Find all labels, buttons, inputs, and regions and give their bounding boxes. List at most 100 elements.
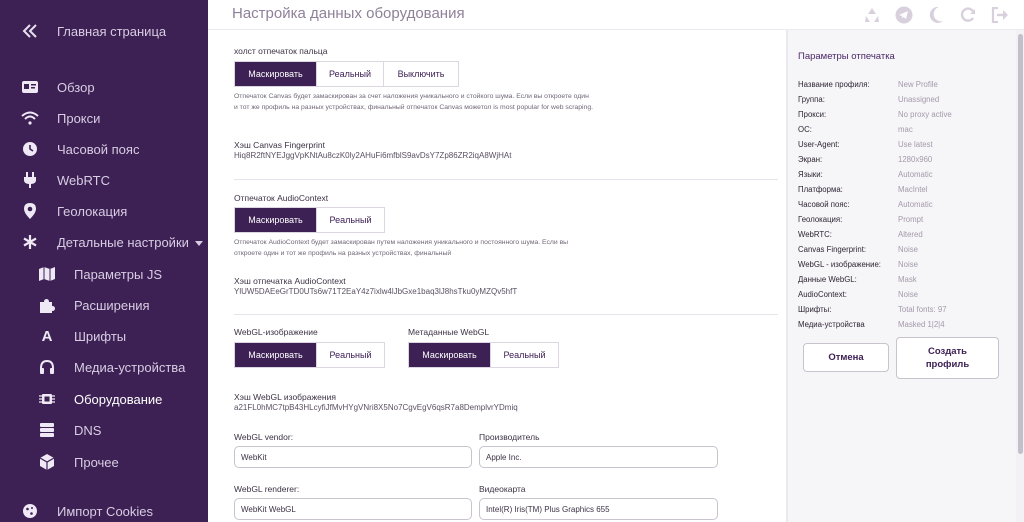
summary-key: Canvas Fingerprint: — [798, 245, 867, 254]
canvas-mask-option[interactable]: Маскировать — [235, 62, 317, 86]
summary-value: Masked 1|2|4 — [898, 320, 945, 329]
webgl-renderer-label: WebGL renderer: — [234, 484, 300, 494]
refresh-icon[interactable] — [958, 5, 978, 25]
sidebar-item-other[interactable]: Прочее — [0, 447, 208, 477]
summary-key: Группа: — [798, 95, 825, 104]
summary-value: Altered — [898, 230, 923, 239]
summary-key: Название профиля: — [798, 80, 870, 89]
canvas-mode-selector: Маскировать Реальный Выключить — [234, 61, 459, 87]
moon-icon[interactable] — [926, 5, 946, 25]
summary-key: Шрифты: — [798, 305, 832, 314]
hardware-settings-form: холст отпечаток пальца Маскировать Реаль… — [208, 30, 786, 522]
summary-key: Часовой пояс: — [798, 200, 850, 209]
webgl-vendor-label: WebGL vendor: — [234, 432, 294, 442]
audio-real-option[interactable]: Реальный — [317, 208, 384, 232]
summary-row: Шрифты: Total fonts: 97 — [798, 305, 1008, 320]
id-card-icon — [21, 78, 39, 96]
summary-row: Платформа: MacIntel — [798, 185, 1008, 200]
summary-key: Платформа: — [798, 185, 843, 194]
sidebar-item-webrtc[interactable]: WebRTC — [0, 165, 208, 195]
sidebar: Главная страница Обзор Прокси Часовой по… — [0, 0, 208, 522]
summary-key: WebRTC: — [798, 230, 832, 239]
summary-value: mac — [898, 125, 913, 134]
summary-value: MacIntel — [898, 185, 928, 194]
sidebar-item-js-params[interactable]: Параметры JS — [0, 259, 208, 289]
summary-row: ОС: mac — [798, 125, 1008, 140]
webgl-image-mask-option[interactable]: Маскировать — [235, 343, 317, 367]
summary-value: Total fonts: 97 — [898, 305, 947, 314]
summary-row: Название профиля: New Profile — [798, 80, 1008, 95]
telegram-icon[interactable] — [894, 5, 914, 25]
summary-value: Noise — [898, 260, 918, 269]
sidebar-item-dns[interactable]: DNS — [0, 415, 208, 445]
audio-mode-selector: Маскировать Реальный — [234, 207, 385, 233]
summary-value: Automatic — [898, 170, 933, 179]
gpu-field[interactable] — [479, 498, 718, 520]
sidebar-item-label: Шрифты — [74, 328, 127, 344]
summary-row: Данные WebGL: Mask — [798, 275, 1008, 290]
canvas-disable-option[interactable]: Выключить — [384, 62, 458, 86]
logout-icon[interactable] — [990, 5, 1010, 25]
sidebar-item-proxy[interactable]: Прокси — [0, 103, 208, 133]
sidebar-item-hardware[interactable]: Оборудование — [0, 384, 208, 414]
sidebar-item-label: Часовой пояс — [57, 141, 140, 157]
sidebar-item-label: Оборудование — [74, 391, 163, 407]
sidebar-item-fonts[interactable]: A Шрифты — [0, 321, 208, 351]
webgl-meta-mask-option[interactable]: Маскировать — [409, 343, 491, 367]
webgl-vendor-field[interactable] — [234, 446, 472, 468]
sidebar-item-geolocation[interactable]: Геолокация — [0, 196, 208, 226]
sidebar-item-advanced[interactable]: Детальные настройки — [0, 227, 208, 257]
manufacturer-field[interactable] — [479, 446, 718, 468]
box-icon — [38, 453, 56, 471]
audio-hash-title: Хэш отпечатка AudioContext — [234, 276, 346, 286]
summary-value: Prompt — [898, 215, 924, 224]
sidebar-item-home[interactable]: Главная страница — [0, 16, 208, 46]
header-toolbar — [862, 5, 1010, 25]
map-icon — [38, 265, 56, 283]
summary-key: AudioContext: — [798, 290, 847, 299]
summary-row: WebGL - изображение: Noise — [798, 260, 1008, 275]
summary-value: Noise — [898, 245, 918, 254]
summary-title: Параметры отпечатка — [798, 51, 895, 62]
summary-value: 1280x960 — [898, 155, 933, 164]
sidebar-item-label: Геолокация — [57, 203, 128, 219]
sidebar-item-media-devices[interactable]: Медиа-устройства — [0, 352, 208, 382]
header: Настройка данных оборудования — [208, 0, 1024, 30]
sidebar-item-import-cookies[interactable]: Импорт Cookies — [0, 496, 208, 522]
sidebar-item-timezone[interactable]: Часовой пояс — [0, 134, 208, 164]
audio-mask-option[interactable]: Маскировать — [235, 208, 317, 232]
summary-row: Геолокация: Prompt — [798, 215, 1008, 230]
double-chevron-left-icon[interactable] — [21, 22, 39, 40]
panel-scrollbar[interactable] — [1016, 30, 1024, 522]
sidebar-item-label: Параметры JS — [74, 266, 163, 282]
webgl-hash-title: Хэш WebGL изображения — [234, 392, 336, 402]
summary-key: ОС: — [798, 125, 812, 134]
section-divider — [234, 314, 778, 315]
summary-key: Языки: — [798, 170, 823, 179]
sidebar-item-label: Импорт Cookies — [57, 503, 154, 519]
sidebar-item-extensions[interactable]: Расширения — [0, 290, 208, 320]
canvas-real-option[interactable]: Реальный — [317, 62, 384, 86]
webgl-meta-real-option[interactable]: Реальный — [491, 343, 558, 367]
caret-down-icon — [194, 240, 203, 246]
create-profile-button[interactable]: Создать профиль — [896, 337, 999, 379]
gpu-label: Видеокарта — [479, 484, 526, 494]
webgl-image-label: WebGL-изображение — [234, 327, 318, 337]
server-icon — [38, 421, 56, 439]
recycle-icon[interactable] — [862, 5, 882, 25]
webgl-renderer-field[interactable] — [234, 498, 472, 520]
summary-key: Экран: — [798, 155, 823, 164]
sidebar-item-label: Главная страница — [57, 23, 167, 39]
cancel-button[interactable]: Отмена — [803, 343, 889, 372]
scrollbar-thumb[interactable] — [1018, 34, 1023, 454]
webgl-hash-value: a21FL0hMC7tpB43HLcyfiJfMvHYgVNri8X5No7Cg… — [234, 403, 518, 412]
fingerprint-summary-panel: Параметры отпечатка Название профиля: New… — [788, 30, 1016, 522]
sidebar-item-label: DNS — [74, 422, 102, 438]
audio-description: Отпечаток AudioContext будет замаскирова… — [234, 239, 569, 257]
webgl-image-real-option[interactable]: Реальный — [317, 343, 384, 367]
canvas-label: холст отпечаток пальца — [234, 46, 328, 56]
section-divider — [234, 179, 778, 180]
sidebar-item-overview[interactable]: Обзор — [0, 72, 208, 102]
sidebar-item-label: Расширения — [74, 297, 150, 313]
summary-value: Automatic — [898, 200, 933, 209]
